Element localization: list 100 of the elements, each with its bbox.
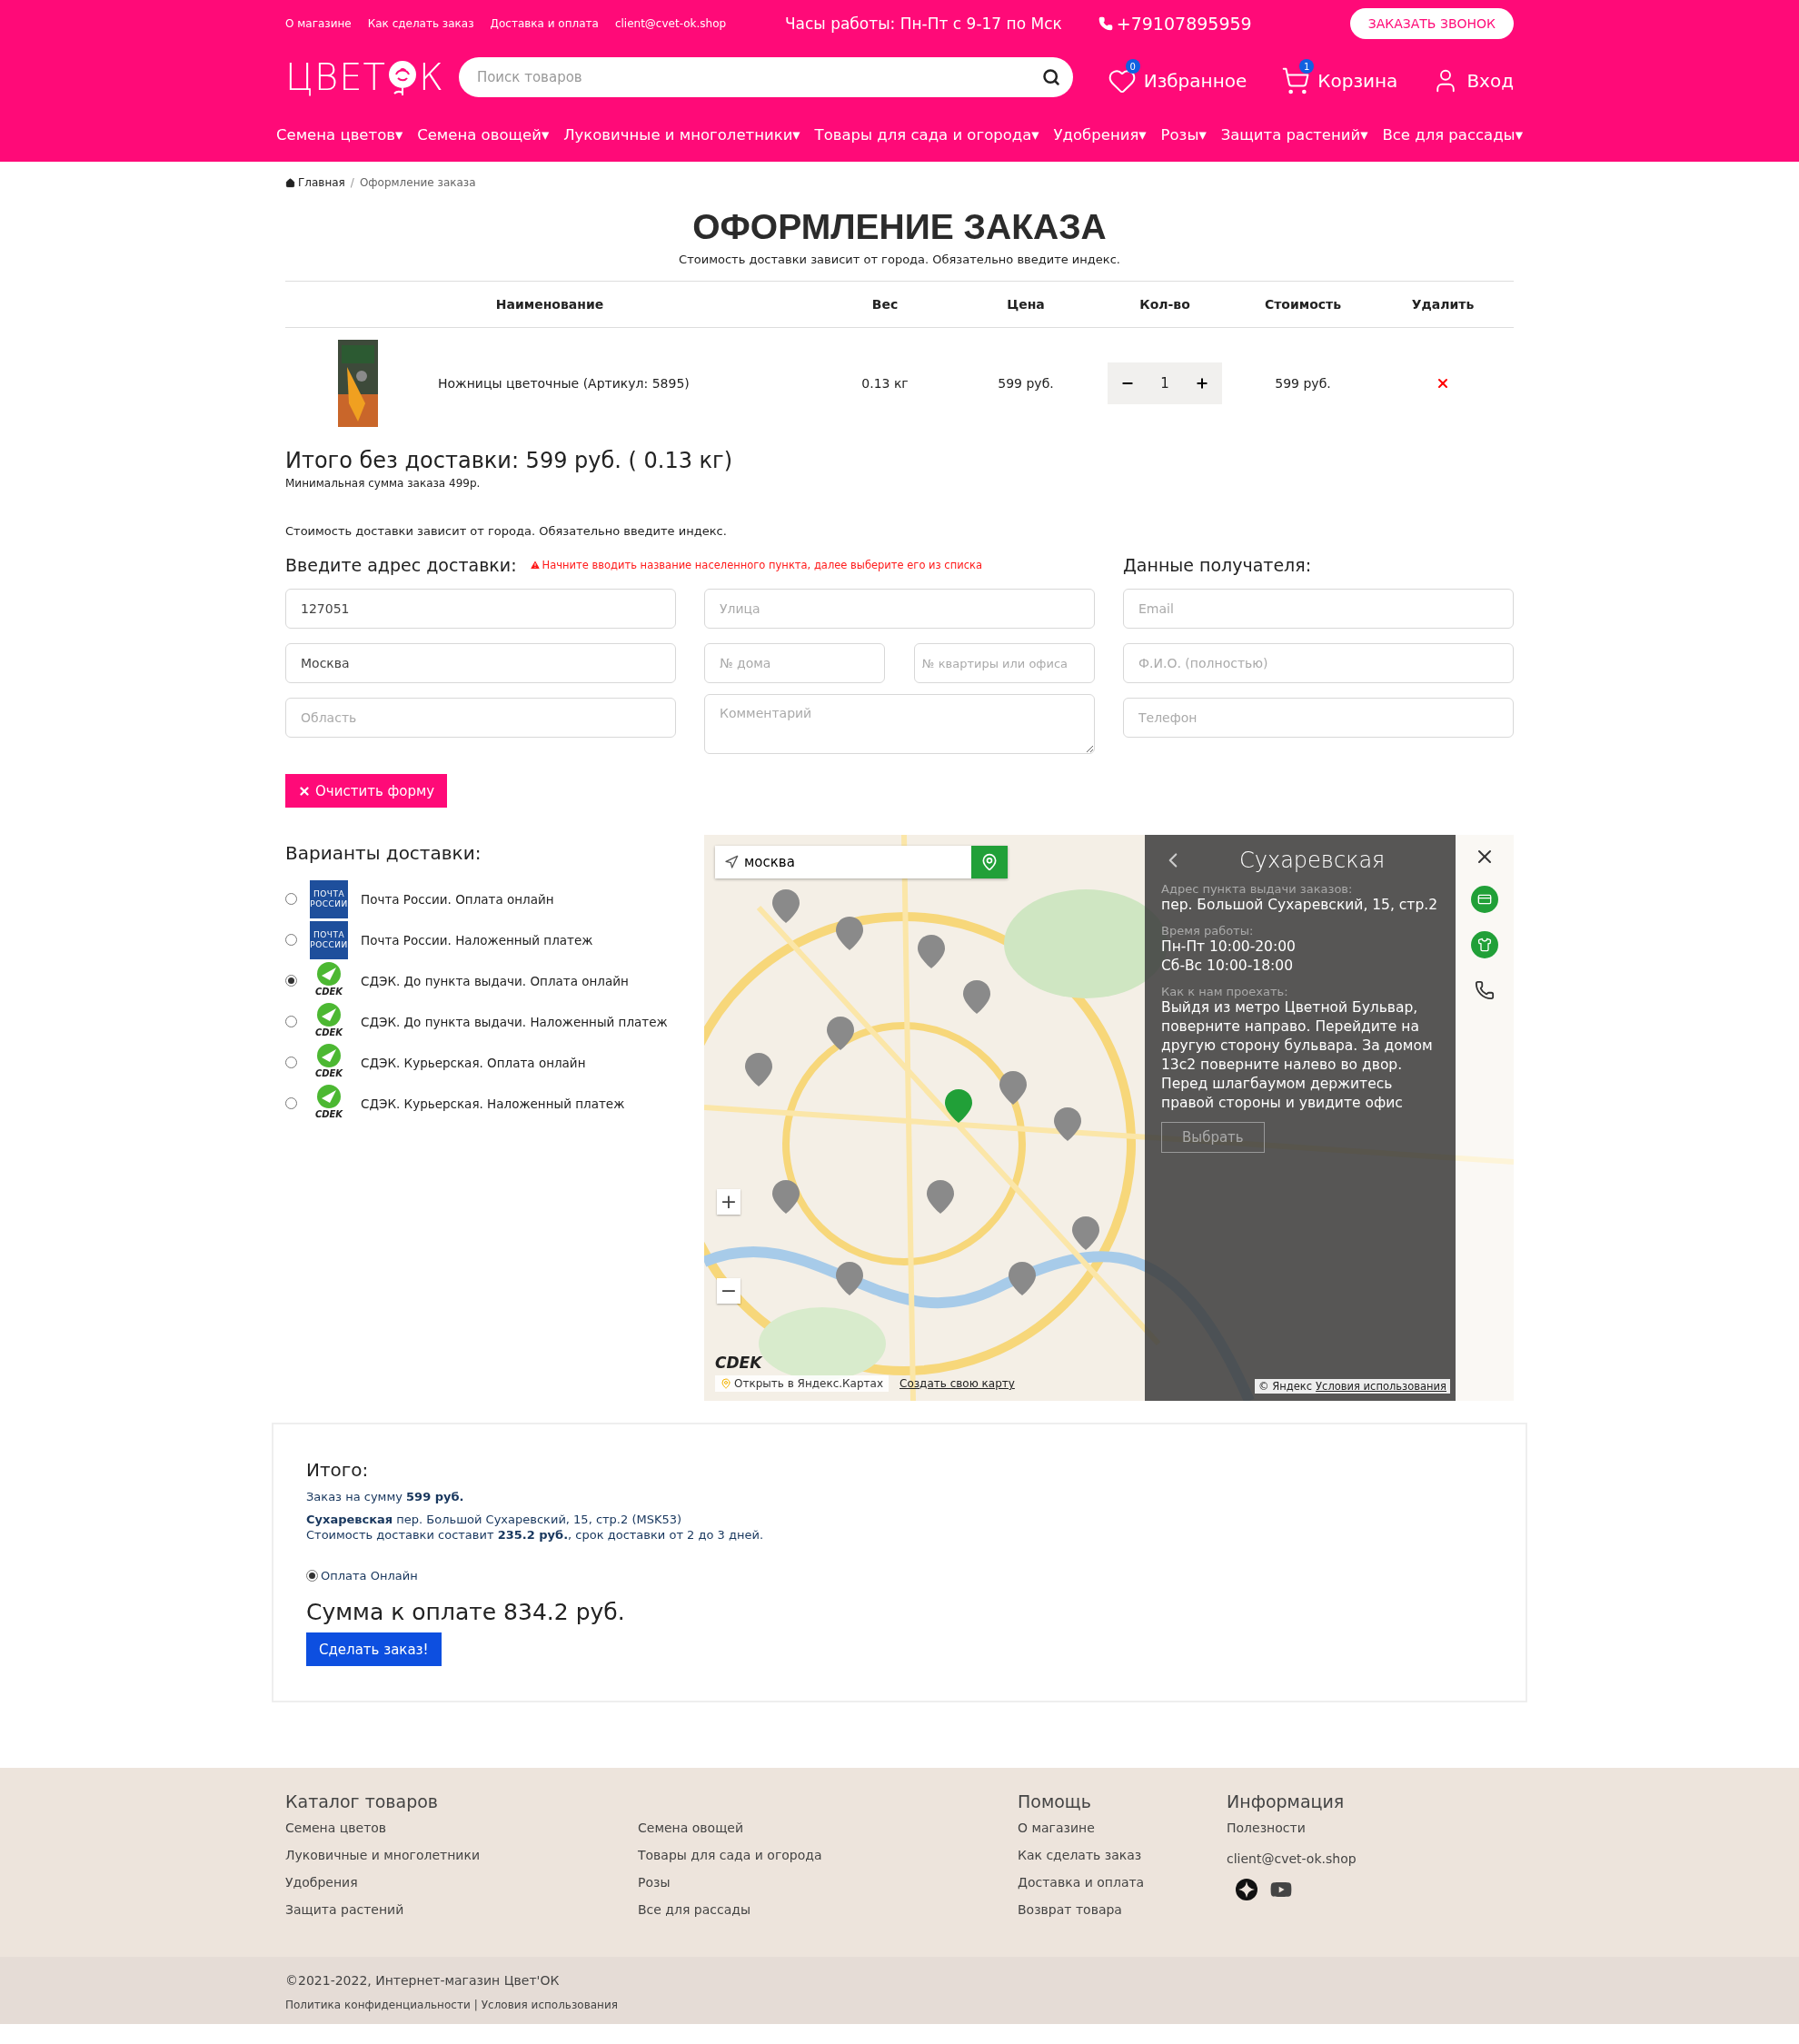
input-field[interactable]: Область (285, 698, 676, 738)
delivery-option-label[interactable]: СДЭК. Курьерская. Наложенный платеж (361, 1096, 625, 1111)
footer-link[interactable]: Полезности (1227, 1821, 1514, 1835)
input-field[interactable]: 127051 (285, 589, 676, 629)
panel-title: Сухаревская (1239, 848, 1386, 873)
footer-link[interactable]: Доставка и оплата (1018, 1875, 1227, 1890)
footer-link[interactable]: Возврат товара (1018, 1902, 1227, 1917)
top-link[interactable]: Как сделать заказ (367, 17, 474, 30)
footer-link[interactable]: Как сделать заказ (1018, 1848, 1227, 1862)
link-separator: | (473, 1999, 478, 2011)
count-badge: 1 (1299, 59, 1315, 74)
place-order-button[interactable]: Сделать заказ! (306, 1632, 442, 1666)
open-in-maps-link[interactable]: Открыть в Яндекс.Картах (715, 1375, 889, 1392)
nav-menu-item[interactable]: Защита растений▾ (1220, 125, 1368, 144)
footer-link[interactable]: Луковичные и многолетники (285, 1848, 638, 1862)
footer-link[interactable]: Семена цветов (285, 1821, 638, 1835)
input-field[interactable]: Ф.И.О. (полностью) (1123, 643, 1514, 683)
footer-heading: Помощь (1018, 1791, 1092, 1811)
input-field[interactable]: № квартиры или офиса (914, 643, 1095, 683)
quantity-stepper[interactable]: 1 (1108, 362, 1222, 404)
cart-link[interactable]: 1 Корзина (1281, 59, 1398, 95)
nav-menu-item[interactable]: Луковичные и многолетники▾ (563, 125, 800, 144)
column-header: Наименование (285, 282, 814, 328)
logo-text[interactable]: К (418, 56, 444, 98)
callback-button[interactable]: ЗАКАЗАТЬ ЗВОНОК (1349, 8, 1514, 39)
delivery-option-label[interactable]: СДЭК. Курьерская. Оплата онлайн (361, 1055, 586, 1070)
table-cell-text: 0.13 кг (860, 375, 909, 392)
delivery-option-label[interactable]: СДЭК. До пункта выдачи. Наложенный платеж (361, 1014, 668, 1029)
delete-icon[interactable] (1436, 376, 1450, 391)
footer-link[interactable]: Товары для сада и огорода (638, 1848, 1018, 1862)
navigation-icon (724, 855, 739, 869)
footer-link[interactable]: Розы (638, 1875, 1018, 1890)
subtotal-heading: Итого без доставки: 599 руб. ( 0.13 кг) (285, 448, 734, 473)
info-text: Выйдя из метро Цветной Бульвар, поверните направо. Перейдите на другую сторону бульвара. За домом 13с2 поверните налево во двор. Перед шлагбаумом держитесь правой стороны и увидите офис (1161, 998, 1434, 1113)
card-title: Итого: (306, 1459, 370, 1481)
nav-menu-item[interactable]: Товары для сада и огорода▾ (814, 125, 1039, 144)
delivery-option-label[interactable]: Почта России. Оплата онлайн (361, 891, 554, 907)
summary-line: Стоимость доставки составит 235.2 руб., срок доставки от 2 до 3 дней. (306, 1528, 765, 1542)
info-label: Время работы: (1161, 924, 1255, 938)
zoom-out-button[interactable]: − (717, 1278, 740, 1304)
input-field[interactable]: Москва (285, 643, 676, 683)
terms-link[interactable]: Условия использования (1316, 1380, 1446, 1393)
info-text: Пн-Пт 10:00-20:00 (1161, 938, 1297, 957)
nav-menu-item[interactable]: Семена цветов▾ (276, 125, 403, 144)
plus-icon[interactable] (1194, 376, 1209, 391)
logo-text[interactable]: ЦВЕТ (285, 56, 386, 98)
footer-link[interactable]: Политика конфиденциальности (285, 1999, 471, 2011)
top-link[interactable]: client@cvet-ok.shop (614, 17, 727, 30)
column-header: Стоимость (1234, 282, 1372, 328)
page-title: ОФОРМЛЕНИЕ ЗАКАЗА (691, 207, 1108, 247)
info-text: пер. Большой Сухаревский, 15, стр.2 (1161, 896, 1438, 915)
create-map-link[interactable]: Создать свою карту (900, 1377, 1015, 1390)
nav-menu-item[interactable]: Удобрения▾ (1053, 125, 1147, 144)
close-icon (298, 784, 311, 798)
column-header: Цена (956, 282, 1096, 328)
footer-link[interactable]: Удобрения (285, 1875, 638, 1890)
warning-icon (529, 560, 541, 571)
column-header: Кол-во (1096, 282, 1234, 328)
footer-email[interactable]: client@cvet-ok.shop (1227, 1851, 1514, 1866)
nav-menu-item[interactable]: Семена овощей▾ (417, 125, 550, 144)
zoom-in-button[interactable]: + (717, 1189, 740, 1215)
footer-link[interactable]: Семена овощей (638, 1821, 1018, 1835)
input-field[interactable]: Улица (704, 589, 1095, 629)
favorites-link[interactable]: 0 Избранное (1107, 59, 1247, 95)
breadcrumb-separator: / (350, 176, 354, 189)
footer-link[interactable]: Условия использования (481, 1999, 618, 2011)
info-label: Как к нам проехать: (1161, 985, 1289, 998)
warning-text: Начните вводить название населенного пункта, далее выберите его из списка (529, 559, 982, 571)
footer-link[interactable]: Защита растений (285, 1902, 638, 1917)
star-icon[interactable] (1236, 1879, 1257, 1900)
total-amount: Сумма к оплате 834.2 руб. (306, 1599, 626, 1625)
product-name[interactable]: Ножницы цветочные (Артикул: 5895) (438, 376, 690, 391)
home-icon (285, 177, 295, 188)
payment-option-label[interactable]: Оплата Онлайн (321, 1569, 418, 1583)
top-link[interactable]: Доставка и оплата (490, 17, 599, 30)
input-field[interactable]: Email (1123, 589, 1514, 629)
carrier-logo: CDEK (310, 1001, 348, 1042)
nav-menu-item[interactable]: Все для рассады▾ (1382, 125, 1523, 144)
top-link[interactable]: О магазине (285, 17, 352, 30)
search-bar[interactable]: Поиск товаров (458, 57, 1073, 97)
clear-form-button[interactable]: Очистить форму (285, 774, 448, 808)
map-copyright: © Яндекс (1258, 1380, 1313, 1393)
location-button[interactable] (971, 846, 1008, 878)
map-search-bar[interactable]: москва (715, 846, 1008, 878)
breadcrumb-link[interactable]: Главная (285, 176, 345, 189)
input-field[interactable]: № дома (704, 643, 885, 683)
nav-menu-item[interactable]: Розы▾ (1160, 125, 1207, 144)
comment-field[interactable]: Комментарий (704, 694, 1095, 754)
cdek-logo: CDEK (715, 1354, 763, 1372)
section-title: Данные получателя: (1123, 555, 1312, 575)
footer-link[interactable]: О магазине (1018, 1821, 1227, 1835)
login-link[interactable]: Вход (1432, 60, 1514, 94)
table-cell-text: 599 руб. (1274, 375, 1332, 392)
table-cell-text: 599 руб. (997, 375, 1055, 392)
input-field[interactable]: Телефон (1123, 698, 1514, 738)
footer-link[interactable]: Все для рассады (638, 1902, 1018, 1917)
phone-number[interactable]: +79107895959 (1098, 14, 1252, 34)
minimum-order-note: Минимальная сумма заказа 499р. (285, 477, 482, 490)
delivery-option-label[interactable]: СДЭК. До пункта выдачи. Оплата онлайн (361, 973, 629, 988)
delivery-option-label[interactable]: Почта России. Наложенный платеж (361, 932, 593, 948)
